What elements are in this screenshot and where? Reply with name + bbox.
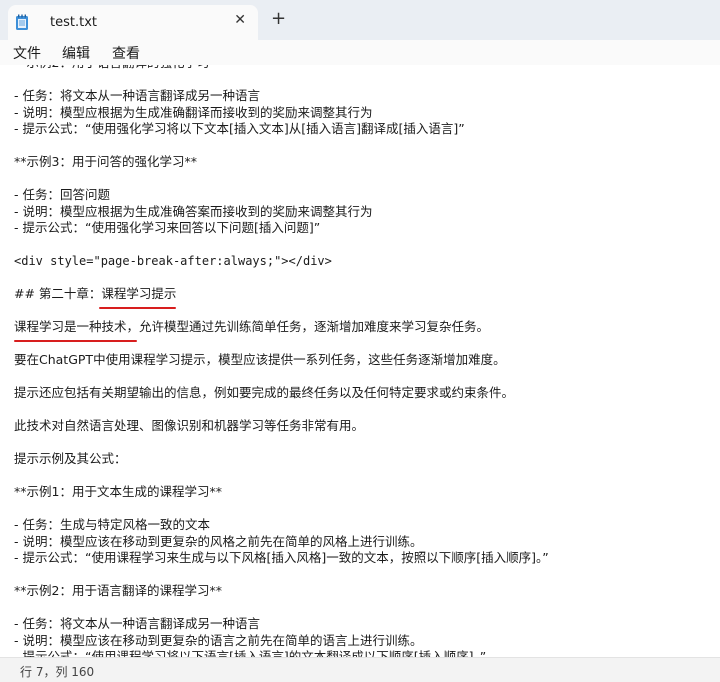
text-line — [14, 270, 710, 287]
text-line: - 任务：将文本从一种语言翻译成另一种语言 — [14, 88, 260, 103]
new-tab-icon[interactable]: + — [271, 8, 286, 29]
text-line: - 任务：将文本从一种语言翻译成另一种语言 — [14, 616, 260, 631]
text-line: - 提示公式：“使用强化学习将以下文本[插入文本]从[插入语言]翻译成[插入语言… — [14, 121, 465, 136]
text-line — [14, 402, 710, 419]
text-line: - 说明：模型应该在移动到更复杂的风格之前先在简单的风格上进行训练。 — [14, 533, 423, 549]
annotation-underline — [99, 307, 176, 309]
text-line: - 任务：生成与特定风格一致的文本 — [14, 517, 210, 532]
text-line — [14, 435, 710, 452]
menu-file[interactable]: 文件 — [13, 43, 41, 63]
text-line: 要在ChatGPT中使用课程学习提示，模型应该提供一系列任务，这些任务逐渐增加难… — [14, 352, 506, 367]
tab-bar: test.txt ✕ + — [0, 0, 720, 40]
text-line — [14, 567, 710, 584]
text-line: - 任务：回答问题 — [14, 187, 110, 202]
status-bar: 行 7，列 160 — [0, 657, 720, 682]
text-line: 课程学习是一种技术，允许模型通过先训练简单任务，逐渐增加难度来学习复杂任务。 — [14, 319, 490, 334]
menu-edit[interactable]: 编辑 — [62, 43, 90, 63]
menu-bar: 文件 编辑 查看 — [0, 40, 720, 65]
text-line: ## 第二十章：课程学习提示 — [14, 286, 177, 301]
text-line — [14, 303, 710, 320]
text-line: **示例3：用于问答的强化学习** — [14, 154, 197, 169]
text-line — [14, 171, 710, 188]
text-line: **示例2：用于语言翻译的课程学习** — [14, 583, 222, 598]
text-editor[interactable]: **示例2：用于语言翻译的强化学习**- 任务：将文本从一种语言翻译成另一种语言… — [0, 65, 720, 657]
text-line: 此技术对自然语言处理、图像识别和机器学习等任务非常有用。 — [14, 418, 365, 433]
text-line: - 说明：模型应根据为生成准确答案而接收到的奖励来调整其行为 — [14, 203, 373, 219]
text-line: - 提示公式：“使用强化学习来回答以下问题[插入问题]” — [14, 220, 321, 235]
text-line: - 提示公式：“使用课程学习将以下语言[插入语言]的文本翻译成以下顺序[插入顺序… — [14, 649, 487, 657]
cursor-position: 行 7，列 160 — [20, 665, 95, 679]
text-line: - 说明：模型应根据为生成准确翻译而接收到的奖励来调整其行为 — [14, 104, 373, 120]
menu-view[interactable]: 查看 — [112, 43, 140, 63]
editor-content[interactable]: **示例2：用于语言翻译的强化学习**- 任务：将文本从一种语言翻译成另一种语言… — [14, 65, 710, 657]
tab-test-txt[interactable]: test.txt ✕ — [8, 5, 258, 40]
text-line: - 说明：模型应该在移动到更复杂的语言之前先在简单的语言上进行训练。 — [14, 632, 423, 648]
text-line: **示例1：用于文本生成的课程学习** — [14, 484, 222, 499]
annotation-underline — [14, 340, 137, 342]
tab-title: test.txt — [50, 15, 97, 30]
text-line — [14, 237, 710, 254]
close-tab-icon[interactable]: ✕ — [234, 12, 246, 28]
text-line — [14, 369, 710, 386]
text-line — [14, 468, 710, 485]
text-line — [14, 336, 710, 353]
text-line — [14, 72, 710, 89]
text-line — [14, 501, 710, 518]
text-line: 提示示例及其公式： — [14, 451, 127, 466]
text-line: 提示还应包括有关期望输出的信息，例如要完成的最终任务以及任何特定要求或约束条件。 — [14, 385, 515, 400]
notepad-icon — [16, 14, 28, 30]
text-line: - 提示公式：“使用课程学习来生成与以下风格[插入风格]一致的文本，按照以下顺序… — [14, 550, 549, 565]
text-line — [14, 600, 710, 617]
text-line — [14, 138, 710, 155]
text-line: <div style="page-break-after:always;"></… — [14, 254, 332, 268]
